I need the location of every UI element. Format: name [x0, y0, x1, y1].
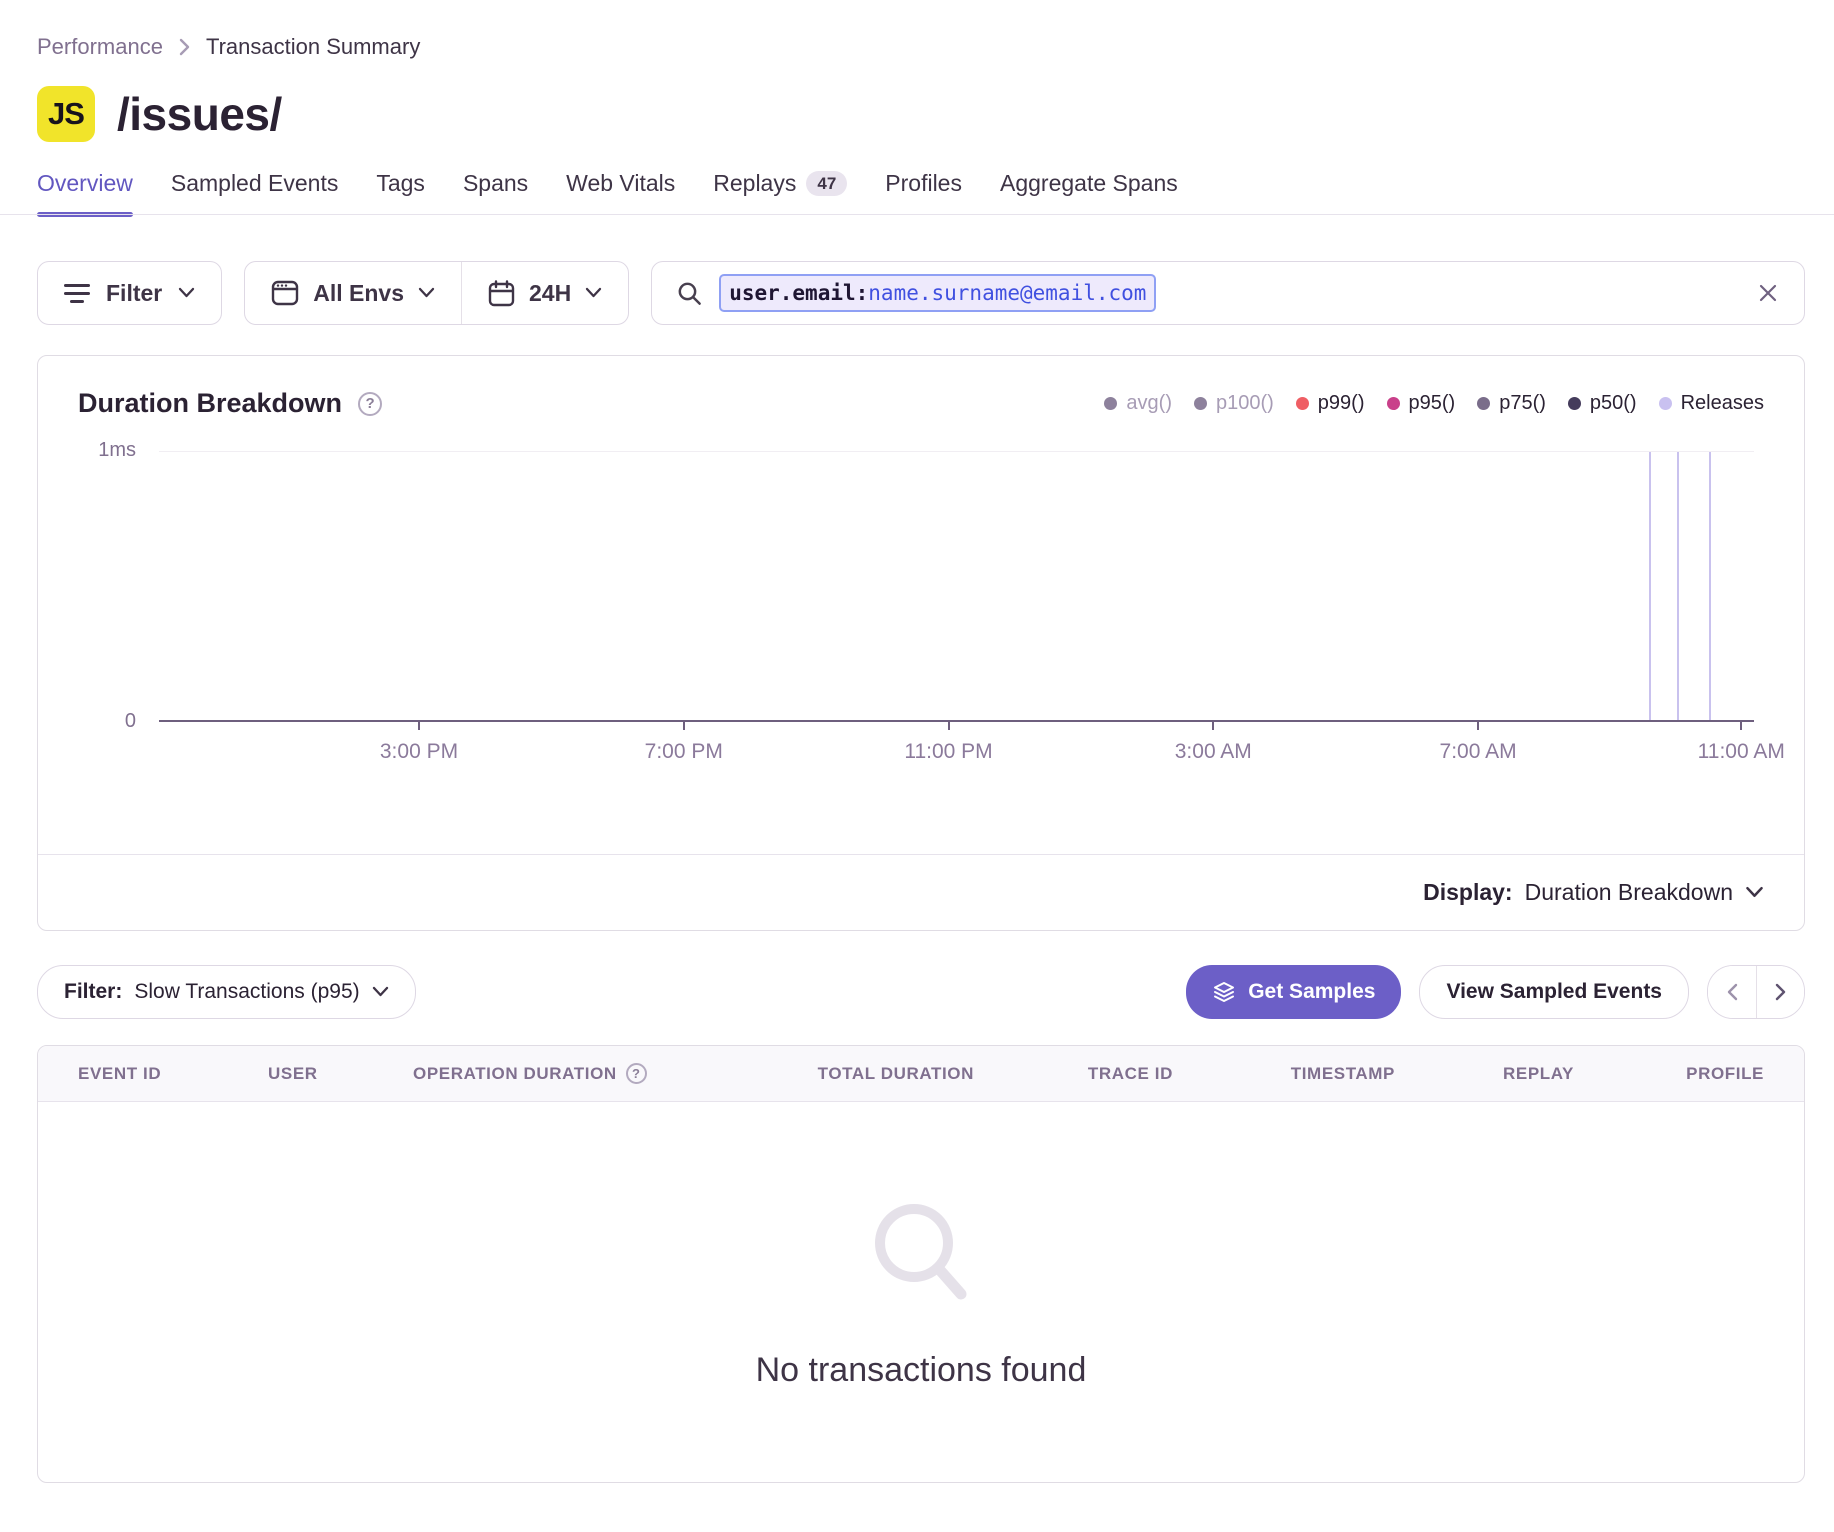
legend-dot [1477, 397, 1490, 410]
legend-dot [1387, 397, 1400, 410]
clear-search-button[interactable] [1756, 281, 1780, 305]
transactions-toolbar: Filter: Slow Transactions (p95) Get Samp… [37, 965, 1805, 1019]
chevron-down-icon [178, 287, 195, 299]
legend-dot [1104, 397, 1117, 410]
tab-bar-divider [0, 214, 1834, 215]
env-time-group: All Envs 24H [244, 261, 629, 325]
column-total-duration: Total Duration [779, 1064, 974, 1084]
tab-aggregate-spans[interactable]: Aggregate Spans [1000, 170, 1178, 215]
time-range-selector[interactable]: 24H [462, 262, 628, 324]
release-marker-line[interactable] [1649, 452, 1651, 720]
view-sampled-events-button[interactable]: View Sampled Events [1419, 965, 1689, 1019]
token-value: name.surname@email.com [868, 279, 1146, 307]
pagination [1707, 965, 1805, 1019]
legend-item-releases[interactable]: Releases [1659, 392, 1764, 415]
transactions-filter-value: Slow Transactions (p95) [134, 980, 359, 1004]
page-header: JS /issues/ [37, 86, 1805, 142]
empty-state: No transactions found [38, 1102, 1804, 1482]
column-event-id: Event ID [78, 1064, 268, 1084]
tab-sampled-events[interactable]: Sampled Events [171, 170, 338, 215]
y-axis-tick-bottom: 0 [38, 710, 136, 733]
chevron-right-icon [1774, 982, 1787, 1002]
tab-profiles[interactable]: Profiles [885, 170, 962, 215]
tab-bar: Overview Sampled Events Tags Spans Web V… [37, 170, 1805, 215]
platform-js-badge: JS [37, 86, 95, 142]
window-icon [271, 280, 299, 306]
release-marker-line[interactable] [1677, 452, 1679, 720]
legend-item-avg[interactable]: avg() [1104, 392, 1172, 415]
chart-title: Duration Breakdown [78, 388, 342, 419]
duration-breakdown-card: Duration Breakdown ? avg() p100() p99() [37, 355, 1805, 931]
filter-toolbar: Filter All Envs [37, 261, 1805, 325]
display-label: Display: [1423, 879, 1512, 906]
chevron-down-icon [372, 986, 389, 998]
filter-lines-icon [64, 284, 90, 303]
tab-replays[interactable]: Replays 47 [713, 170, 847, 215]
legend-dot [1659, 397, 1672, 410]
chart-legend: avg() p100() p99() p95() p75() [1104, 392, 1764, 415]
chart-plot-area: 3:00 PM 7:00 PM 11:00 PM 3:00 AM 7:00 AM… [159, 451, 1754, 722]
tab-overview[interactable]: Overview [37, 170, 133, 215]
chevron-down-icon [418, 287, 435, 299]
close-icon [1756, 281, 1780, 305]
column-profile: Profile [1574, 1064, 1764, 1084]
layers-icon [1212, 980, 1236, 1004]
tab-web-vitals[interactable]: Web Vitals [566, 170, 675, 215]
tab-spans[interactable]: Spans [463, 170, 528, 215]
transactions-filter-dropdown[interactable]: Filter: Slow Transactions (p95) [37, 965, 416, 1019]
y-axis-tick-top: 1ms [38, 439, 136, 462]
breadcrumb: Performance Transaction Summary [37, 34, 1805, 60]
legend-item-p100[interactable]: p100() [1194, 392, 1274, 415]
table-header-row: Event ID User Operation Duration ? Total… [38, 1046, 1804, 1102]
tab-tags[interactable]: Tags [376, 170, 425, 215]
search-input[interactable]: user.email:name.surname@email.com [651, 261, 1805, 325]
column-operation-duration: Operation Duration ? [413, 1063, 779, 1084]
transactions-table: Event ID User Operation Duration ? Total… [37, 1045, 1805, 1483]
token-key: user.email: [729, 279, 868, 307]
transaction-summary-page: Performance Transaction Summary JS /issu… [0, 0, 1834, 1483]
display-selector[interactable]: Display: Duration Breakdown [38, 854, 1804, 930]
legend-item-p99[interactable]: p99() [1296, 392, 1365, 415]
release-marker-line[interactable] [1709, 452, 1711, 720]
legend-item-p95[interactable]: p95() [1387, 392, 1456, 415]
help-icon[interactable]: ? [358, 392, 382, 416]
duration-breakdown-chart: 1ms 0 3:00 PM 7:00 PM 11:00 PM 3:00 AM 7… [38, 419, 1804, 854]
column-timestamp: Timestamp [1173, 1064, 1395, 1084]
search-filter-token[interactable]: user.email:name.surname@email.com [719, 274, 1156, 312]
breadcrumb-transaction-summary: Transaction Summary [206, 34, 420, 60]
legend-item-p50[interactable]: p50() [1568, 392, 1637, 415]
chevron-down-icon [1745, 886, 1764, 899]
column-user: User [268, 1064, 413, 1084]
search-icon [676, 280, 703, 307]
legend-dot [1296, 397, 1309, 410]
legend-item-p75[interactable]: p75() [1477, 392, 1546, 415]
breadcrumb-performance[interactable]: Performance [37, 34, 163, 60]
replays-count-badge: 47 [806, 171, 847, 196]
legend-dot [1194, 397, 1207, 410]
empty-state-message: No transactions found [756, 1351, 1087, 1390]
legend-dot [1568, 397, 1581, 410]
environment-selector[interactable]: All Envs [245, 262, 461, 324]
chevron-right-icon [177, 36, 192, 58]
filter-button[interactable]: Filter [37, 261, 222, 325]
previous-page-button[interactable] [1708, 966, 1756, 1018]
magnifier-empty-icon [860, 1195, 982, 1317]
chevron-down-icon [585, 287, 602, 299]
column-trace-id: Trace ID [974, 1064, 1173, 1084]
page-title: /issues/ [117, 87, 282, 141]
calendar-icon [488, 280, 515, 307]
column-replay: Replay [1395, 1064, 1574, 1084]
next-page-button[interactable] [1756, 966, 1804, 1018]
get-samples-button[interactable]: Get Samples [1186, 965, 1401, 1019]
display-value: Duration Breakdown [1525, 879, 1733, 906]
chevron-left-icon [1726, 982, 1739, 1002]
help-icon[interactable]: ? [626, 1063, 647, 1084]
